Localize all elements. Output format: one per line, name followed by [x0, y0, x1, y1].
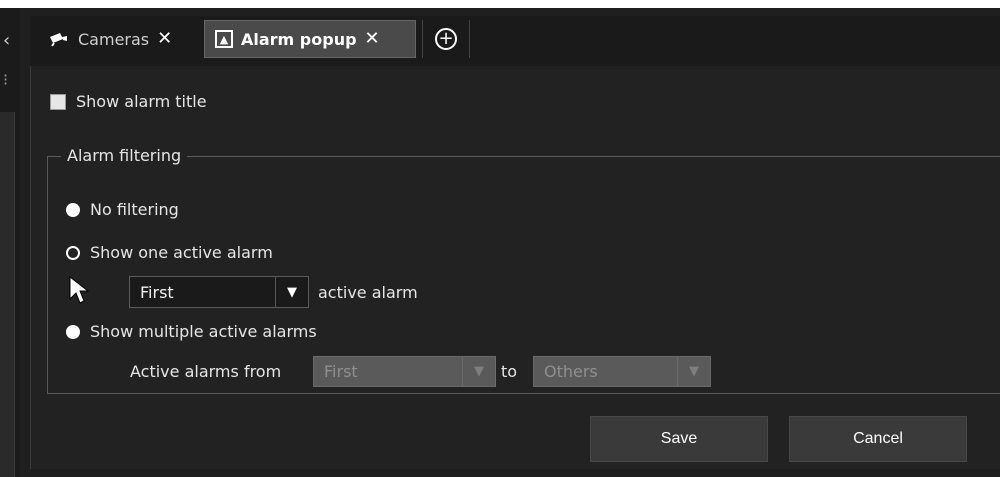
active-alarms-from-value: First: [324, 362, 358, 381]
tab-cameras[interactable]: Cameras ✕: [38, 20, 204, 58]
save-button[interactable]: Save: [590, 416, 768, 462]
active-alarms-from-select[interactable]: First ▼: [313, 356, 496, 387]
to-label: to: [501, 362, 518, 381]
side-panel-edge: [0, 112, 15, 477]
add-tab-button[interactable]: +: [422, 20, 470, 58]
show-alarm-title-label: Show alarm title: [76, 92, 207, 111]
camera-icon: [50, 33, 67, 47]
no-filtering-option[interactable]: No filtering: [66, 200, 179, 219]
show-multiple-active-alarms-radio[interactable]: [66, 324, 80, 339]
left-collapse-strip: ‹ ⁝: [0, 8, 20, 477]
close-tab-alarm-popup-icon[interactable]: ✕: [365, 30, 380, 48]
chevron-down-icon[interactable]: ▼: [275, 277, 308, 307]
tab-alarm-popup-label: Alarm popup: [241, 29, 357, 49]
show-one-active-alarm-option[interactable]: Show one active alarm: [66, 243, 273, 262]
show-one-active-alarm-radio[interactable]: [66, 245, 80, 260]
collapse-chevron-icon[interactable]: ‹: [3, 32, 10, 50]
close-tab-cameras-icon[interactable]: ✕: [157, 30, 172, 48]
show-alarm-title-checkbox[interactable]: [50, 93, 66, 110]
chevron-down-icon[interactable]: ▼: [462, 357, 495, 386]
show-alarm-title-row[interactable]: Show alarm title: [50, 92, 207, 111]
no-filtering-radio[interactable]: [66, 202, 80, 217]
one-active-alarm-select[interactable]: First ▼: [129, 276, 309, 308]
tab-cameras-label: Cameras: [78, 29, 150, 49]
alarm-filtering-legend: Alarm filtering: [61, 146, 188, 165]
active-alarms-to-value: Others: [544, 362, 598, 381]
tab-bar: Cameras ✕ ▲ Alarm popup ✕ +: [30, 16, 1000, 66]
show-multiple-active-alarms-label: Show multiple active alarms: [90, 322, 317, 341]
active-alarm-suffix: active alarm: [318, 283, 418, 302]
add-tab-icon: +: [435, 28, 457, 50]
active-alarms-to-select[interactable]: Others ▼: [533, 356, 711, 387]
tab-alarm-popup[interactable]: ▲ Alarm popup ✕: [204, 20, 416, 58]
show-one-active-alarm-label: Show one active alarm: [90, 243, 273, 262]
active-alarms-from-label: Active alarms from: [130, 362, 282, 381]
alarm-filtering-group: [47, 156, 1000, 394]
split-handle-icon[interactable]: ⁝: [3, 72, 8, 88]
one-active-alarm-select-value: First: [140, 282, 174, 302]
chevron-down-icon[interactable]: ▼: [677, 357, 710, 386]
show-multiple-active-alarms-option[interactable]: Show multiple active alarms: [66, 322, 317, 341]
mouse-pointer-icon: [69, 275, 90, 304]
cancel-button[interactable]: Cancel: [789, 416, 967, 462]
alarm-bell-icon: ▲: [215, 30, 233, 48]
no-filtering-label: No filtering: [90, 200, 179, 219]
